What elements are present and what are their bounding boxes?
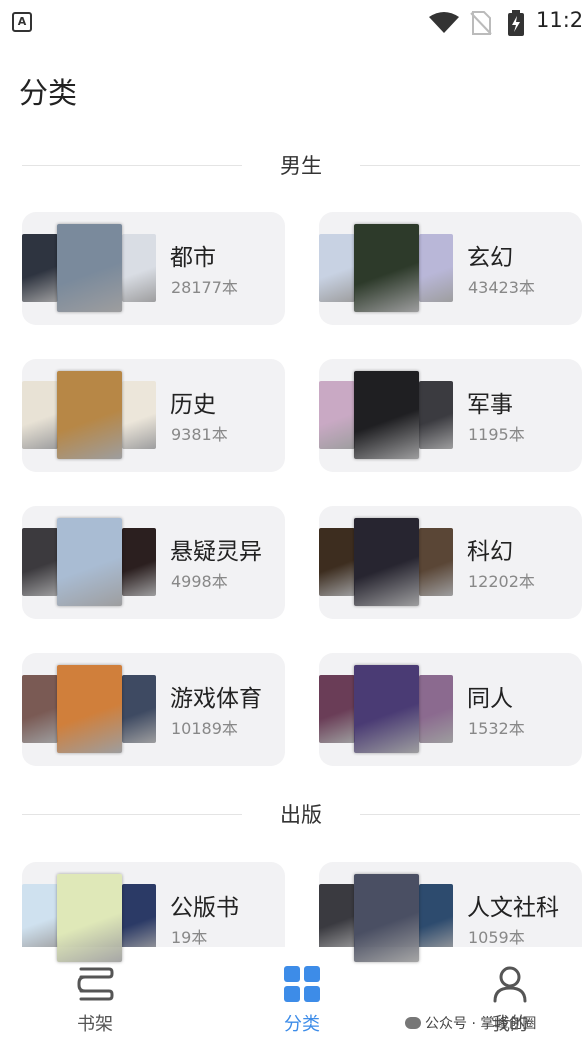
no-sim-icon (470, 11, 492, 35)
nav-label: 书架 (77, 1014, 113, 1035)
category-name: 历史 (170, 392, 216, 418)
category-card-xuanyi[interactable]: 悬疑灵异 4998本 (22, 506, 285, 619)
category-count: 1195本 (468, 425, 525, 444)
category-card-kehuan[interactable]: 科幻 12202本 (319, 506, 582, 619)
book-cover (57, 224, 122, 312)
book-cover (22, 675, 58, 743)
book-cover (57, 371, 122, 459)
book-cover (319, 884, 355, 952)
divider (360, 165, 580, 166)
book-cover (122, 528, 156, 596)
book-cover (22, 528, 58, 596)
category-count: 1532本 (468, 719, 525, 738)
category-card-xuanhuan[interactable]: 玄幻 43423本 (319, 212, 582, 325)
category-count: 1059本 (468, 928, 525, 947)
wechat-icon (405, 1017, 421, 1029)
nav-label: 分类 (284, 1014, 320, 1035)
book-cover (419, 675, 453, 743)
category-name: 科幻 (467, 539, 513, 565)
bookshelf-icon (77, 967, 114, 1001)
wifi-icon (429, 12, 459, 33)
book-cover (57, 518, 122, 606)
category-card-youxi[interactable]: 游戏体育 10189本 (22, 653, 285, 766)
category-count: 9381本 (171, 425, 228, 444)
category-name: 游戏体育 (170, 686, 262, 712)
book-cover (22, 381, 58, 449)
category-count: 19本 (171, 928, 208, 947)
category-card-dushi[interactable]: 都市 28177本 (22, 212, 285, 325)
category-name: 悬疑灵异 (170, 539, 262, 565)
book-cover (319, 234, 355, 302)
book-cover (122, 884, 156, 952)
category-count: 4998本 (171, 572, 228, 591)
category-card-lishi[interactable]: 历史 9381本 (22, 359, 285, 472)
category-name: 人文社科 (467, 895, 559, 921)
category-name: 同人 (467, 686, 513, 712)
category-count: 10189本 (171, 719, 238, 738)
book-cover (354, 665, 419, 753)
book-cover (122, 234, 156, 302)
app-notification-icon: A (12, 12, 32, 32)
category-name: 玄幻 (467, 245, 513, 271)
battery-charging-icon (508, 10, 524, 36)
category-count: 12202本 (468, 572, 535, 591)
category-name: 公版书 (170, 895, 239, 921)
category-card-junshi[interactable]: 军事 1195本 (319, 359, 582, 472)
section-header-publishing: 出版 (0, 795, 585, 835)
book-cover (22, 234, 58, 302)
category-name: 军事 (467, 392, 513, 418)
book-cover (419, 884, 453, 952)
book-cover (122, 381, 156, 449)
book-cover (419, 381, 453, 449)
category-count: 43423本 (468, 278, 535, 297)
book-cover (354, 371, 419, 459)
user-icon (493, 966, 527, 1003)
divider (360, 814, 580, 815)
book-cover (419, 234, 453, 302)
category-count: 28177本 (171, 278, 238, 297)
book-cover (57, 874, 122, 962)
category-name: 都市 (170, 245, 216, 271)
nav-category[interactable]: 分类 (247, 947, 357, 1047)
book-cover (57, 665, 122, 753)
watermark-text: 公众号 · 掌峰创圈 (425, 1016, 537, 1032)
category-card-tongren[interactable]: 同人 1532本 (319, 653, 582, 766)
clock: 11:2 (536, 8, 584, 32)
book-cover (354, 224, 419, 312)
book-cover (319, 528, 355, 596)
book-cover (354, 518, 419, 606)
nav-bookshelf[interactable]: 书架 (40, 947, 150, 1047)
book-cover (22, 884, 58, 952)
book-cover (122, 675, 156, 743)
book-cover (419, 528, 453, 596)
book-cover (319, 381, 355, 449)
category-grid-icon (284, 966, 320, 1002)
book-cover (319, 675, 355, 743)
watermark: 公众号 · 掌峰创圈 (405, 1013, 536, 1033)
book-cover (354, 874, 419, 962)
status-bar: A 11:2 (0, 0, 585, 46)
section-header-male: 男生 (0, 146, 585, 186)
page-title: 分类 (19, 76, 78, 110)
